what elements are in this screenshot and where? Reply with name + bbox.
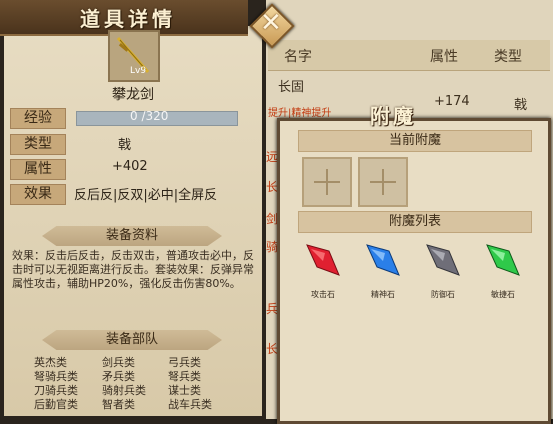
inventory-list-header: 名字 属性 类型: [268, 40, 550, 71]
header-type: 类型: [494, 49, 522, 65]
attack-gem-icon[interactable]: [303, 241, 341, 279]
troop-item: 战车兵类: [168, 398, 212, 411]
spirit-gem-label: 精神石: [371, 290, 395, 299]
close-button[interactable]: ✕: [249, 3, 295, 49]
row-name: 长固: [278, 80, 305, 95]
item-level: Lv9: [130, 66, 147, 76]
type-value: 戟: [118, 138, 132, 153]
attr-value: +402: [112, 159, 148, 174]
equip-info-title: 装备资料: [42, 226, 222, 246]
equip-description: 效果：反击后反击，反击双击，普通攻击必中，反击时可以无视距离进行反击。套装效果：…: [12, 249, 254, 290]
enchant-title: 附魔: [370, 104, 416, 128]
enchant-slot-2[interactable]: [358, 157, 408, 207]
enchant-list-title: 附魔列表: [298, 211, 532, 233]
row-tags: 提升|精神提升: [268, 108, 332, 119]
troops-title: 装备部队: [42, 330, 222, 350]
defense-gem-icon[interactable]: [423, 241, 461, 279]
agility-gem-icon[interactable]: [483, 241, 521, 279]
row-value: +174: [434, 94, 470, 109]
header-attr: 属性: [430, 49, 458, 65]
close-icon: ✕: [260, 8, 282, 38]
troop-item: 后勤官类: [34, 398, 78, 411]
panel-title: 道具详情: [80, 7, 176, 31]
attr-label: 属性: [10, 159, 66, 180]
effect-value: 反后反|反双|必中|全屏反: [74, 188, 218, 203]
troop-item: 智者类: [102, 398, 135, 411]
enchant-slot-1[interactable]: [302, 157, 352, 207]
spirit-gem-icon[interactable]: [363, 241, 401, 279]
attack-gem-label: 攻击石: [311, 290, 335, 299]
exp-value: 0 /320: [130, 109, 169, 123]
effect-label: 效果: [10, 184, 66, 205]
current-enchant-title: 当前附魔: [298, 130, 532, 152]
item-details-panel: 道具详情 Lv9 攀龙剑 经验 0 /320 类型 戟 属性 +402 效果 反…: [0, 0, 266, 419]
item-name: 攀龙剑: [112, 87, 154, 103]
row-type: 戟: [514, 98, 528, 113]
agility-gem-label: 敏捷石: [491, 290, 515, 299]
type-label: 类型: [10, 134, 66, 155]
header-name: 名字: [284, 49, 312, 65]
defense-gem-label: 防御石: [431, 290, 455, 299]
exp-label: 经验: [10, 108, 66, 129]
